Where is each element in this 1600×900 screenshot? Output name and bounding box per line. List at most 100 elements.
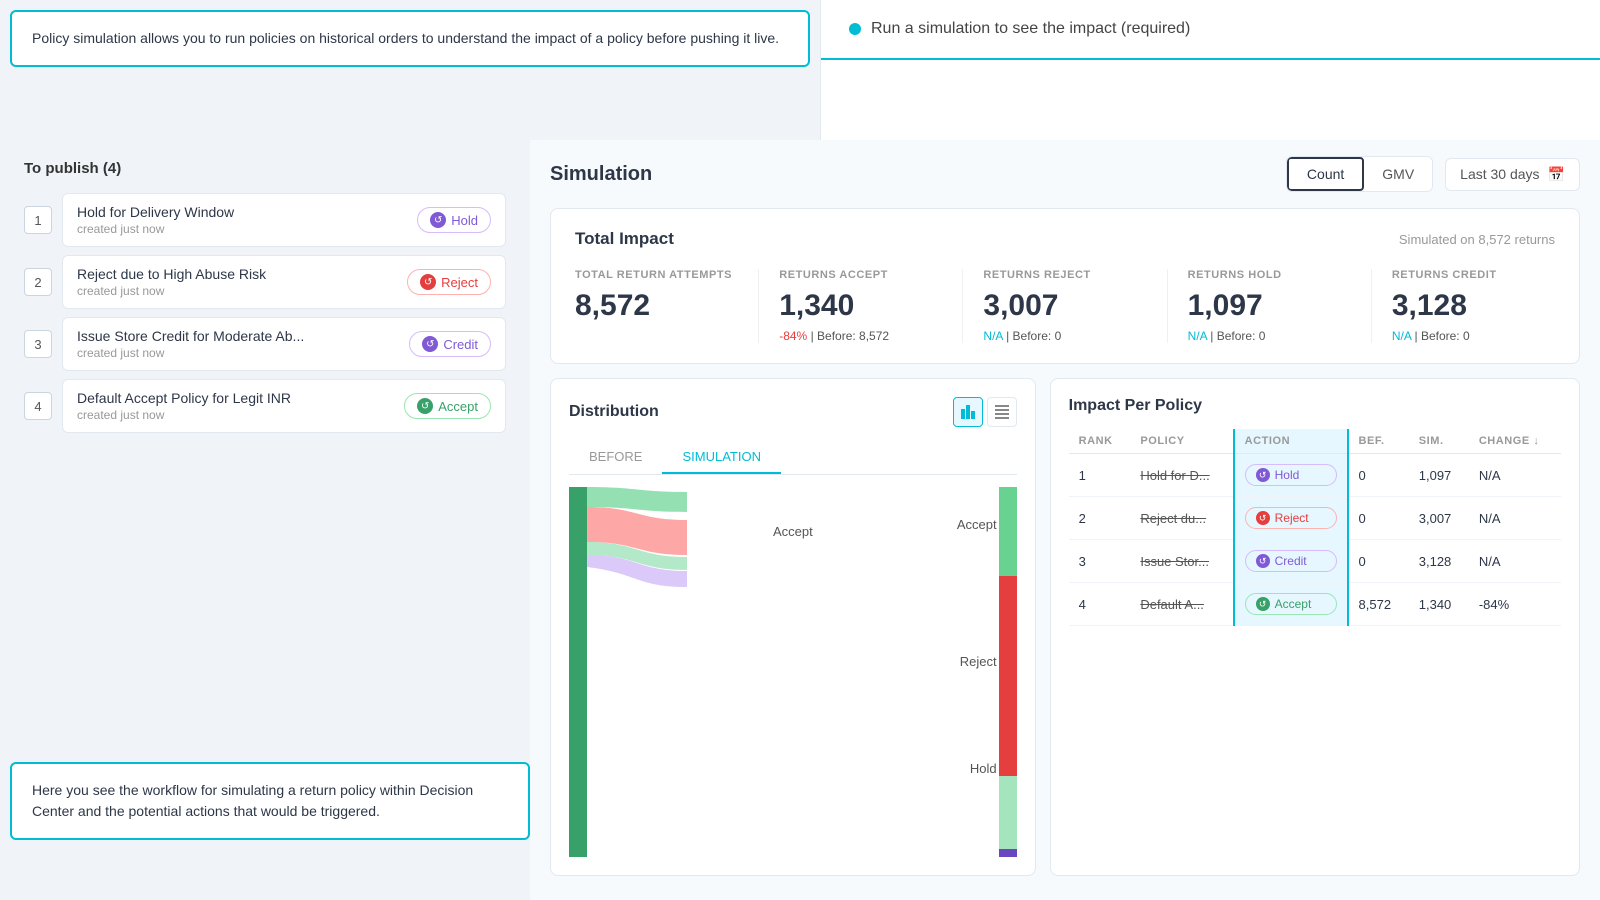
bottom-tooltip-text: Here you see the workflow for simulating… xyxy=(32,782,473,819)
table-icon xyxy=(995,405,1009,419)
policy-1: Hold for D... xyxy=(1130,454,1233,497)
bef-1: 0 xyxy=(1348,454,1409,497)
impact-header: Total Impact Simulated on 8,572 returns xyxy=(575,229,1555,249)
badge-label-4: Accept xyxy=(438,399,478,414)
flow-label-accept: Accept xyxy=(773,524,813,539)
simulation-tab[interactable]: SIMULATION xyxy=(662,441,781,474)
table-view-button[interactable] xyxy=(987,397,1017,427)
policy-row: 4 Default Accept Policy for Legit INR cr… xyxy=(24,379,506,433)
policy-name-1: Hold for Delivery Window xyxy=(77,204,234,220)
change-1: N/A xyxy=(1469,454,1561,497)
rank-3: 3 xyxy=(1069,540,1131,583)
before-text-4: | Before: 0 xyxy=(1415,329,1470,343)
na-text-4: N/A xyxy=(1392,329,1411,343)
stat-sub-2: N/A | Before: 0 xyxy=(983,329,1146,343)
sankey-left-bar xyxy=(569,487,587,857)
policy-sub-3: created just now xyxy=(77,346,304,360)
stat-label-3: Returns Hold xyxy=(1188,269,1351,281)
flow-label-right-accept: Accept xyxy=(957,517,997,532)
stat-returns-accept: Returns Accept 1,340 -84% | Before: 8,57… xyxy=(779,269,963,343)
distribution-view-toggle[interactable] xyxy=(953,397,1017,427)
count-gmv-toggle[interactable]: Count GMV xyxy=(1286,156,1433,192)
stat-value-1: 1,340 xyxy=(779,289,942,323)
action-badge-reject-2: ↺ Reject xyxy=(1245,507,1337,529)
stat-returns-credit: Returns Credit 3,128 N/A | Before: 0 xyxy=(1392,269,1555,343)
sankey-flow-area: Accept Accept Reject Hold xyxy=(587,487,999,857)
action-1: ↺ Hold xyxy=(1234,454,1348,497)
chart-view-button[interactable] xyxy=(953,397,983,427)
policy-name-4: Default Accept Policy for Legit INR xyxy=(77,390,291,406)
badge-accept-4: ↺ Accept xyxy=(404,393,491,419)
action-2: ↺ Reject xyxy=(1234,497,1348,540)
before-text-3: | Before: 0 xyxy=(1210,329,1265,343)
table-row: 3 Issue Stor... ↺ Credit 0 3,128 N/A xyxy=(1069,540,1561,583)
policy-num-2: 2 xyxy=(24,268,52,296)
top-banner-text: Policy simulation allows you to run poli… xyxy=(32,30,779,46)
reject-dot-icon: ↺ xyxy=(420,274,436,290)
change-2: N/A xyxy=(1469,497,1561,540)
reject-icon-2: ↺ xyxy=(1256,511,1270,525)
badge-hold-1: ↺ Hold xyxy=(417,207,491,233)
policy-card-info-2: Reject due to High Abuse Risk created ju… xyxy=(77,266,266,298)
sankey-chart: Accept Accept Reject Hold xyxy=(569,487,1017,857)
rank-1: 1 xyxy=(1069,454,1131,497)
table-header-row: RANK POLICY ACTION BEF. SIM. CHANGE ↓ xyxy=(1069,429,1561,454)
impact-per-policy-table: RANK POLICY ACTION BEF. SIM. CHANGE ↓ 1 … xyxy=(1069,429,1561,626)
action-4: ↺ Accept xyxy=(1234,583,1348,626)
stat-sub-3: N/A | Before: 0 xyxy=(1188,329,1351,343)
sankey-right-credit xyxy=(999,849,1017,858)
policy-card-2[interactable]: Reject due to High Abuse Risk created ju… xyxy=(62,255,506,309)
policy-name-3: Issue Store Credit for Moderate Ab... xyxy=(77,328,304,344)
distribution-title-text: Distribution xyxy=(569,403,659,421)
distribution-panel-title: Distribution xyxy=(569,397,1017,427)
before-tab[interactable]: BEFORE xyxy=(569,441,662,474)
policy-card-1[interactable]: Hold for Delivery Window created just no… xyxy=(62,193,506,247)
stat-value-4: 3,128 xyxy=(1392,289,1555,323)
sim-4: 1,340 xyxy=(1409,583,1469,626)
stat-value-3: 1,097 xyxy=(1188,289,1351,323)
stat-label-0: Total Return Attempts xyxy=(575,269,738,281)
policy-name-2: Reject due to High Abuse Risk xyxy=(77,266,266,282)
sim-1: 1,097 xyxy=(1409,454,1469,497)
policy-list: 1 Hold for Delivery Window created just … xyxy=(24,193,506,433)
bef-2: 0 xyxy=(1348,497,1409,540)
date-range-text: Last 30 days xyxy=(1460,166,1539,182)
col-bef: BEF. xyxy=(1348,429,1409,454)
policy-row: 3 Issue Store Credit for Moderate Ab... … xyxy=(24,317,506,371)
policy-3: Issue Stor... xyxy=(1130,540,1233,583)
simulation-header: Simulation Count GMV Last 30 days 📅 xyxy=(550,156,1580,192)
total-impact-card: Total Impact Simulated on 8,572 returns … xyxy=(550,208,1580,364)
stat-returns-hold: Returns Hold 1,097 N/A | Before: 0 xyxy=(1188,269,1372,343)
accept-dot-icon: ↺ xyxy=(417,398,433,414)
before-text-1: | Before: 8,572 xyxy=(811,329,890,343)
policy-card-4[interactable]: Default Accept Policy for Legit INR crea… xyxy=(62,379,506,433)
stat-sub-4: N/A | Before: 0 xyxy=(1392,329,1555,343)
policy-card-info-1: Hold for Delivery Window created just no… xyxy=(77,204,234,236)
count-button[interactable]: Count xyxy=(1287,157,1364,191)
col-policy: POLICY xyxy=(1130,429,1233,454)
bef-3: 0 xyxy=(1348,540,1409,583)
policy-sub-1: created just now xyxy=(77,222,234,236)
gmv-button[interactable]: GMV xyxy=(1364,157,1432,191)
table-row: 4 Default A... ↺ Accept 8,572 1,340 -84% xyxy=(1069,583,1561,626)
date-selector[interactable]: Last 30 days 📅 xyxy=(1445,158,1580,191)
table-body: 1 Hold for D... ↺ Hold 0 1,097 N/A xyxy=(1069,454,1561,626)
policy-card-3[interactable]: Issue Store Credit for Moderate Ab... cr… xyxy=(62,317,506,371)
simulation-prompt: Run a simulation to see the impact (requ… xyxy=(821,0,1600,60)
flow-label-right-hold: Hold xyxy=(970,761,997,776)
badge-credit-3: ↺ Credit xyxy=(409,331,491,357)
sankey-flows-svg xyxy=(587,487,999,857)
badge-label-3: Credit xyxy=(443,337,478,352)
impact-per-policy-panel: Impact Per Policy RANK POLICY ACTION BEF… xyxy=(1050,378,1580,876)
credit-icon-3: ↺ xyxy=(1256,554,1270,568)
sim-controls: Count GMV Last 30 days 📅 xyxy=(1286,156,1580,192)
distribution-tabs[interactable]: BEFORE SIMULATION xyxy=(569,441,1017,475)
policy-card-info-3: Issue Store Credit for Moderate Ab... cr… xyxy=(77,328,304,360)
policy-row: 2 Reject due to High Abuse Risk created … xyxy=(24,255,506,309)
stat-label-4: Returns Credit xyxy=(1392,269,1555,281)
bef-4: 8,572 xyxy=(1348,583,1409,626)
stat-total-attempts: Total Return Attempts 8,572 xyxy=(575,269,759,343)
sankey-left-accept xyxy=(569,487,587,857)
impact-title: Total Impact xyxy=(575,229,674,249)
stat-label-2: Returns Reject xyxy=(983,269,1146,281)
